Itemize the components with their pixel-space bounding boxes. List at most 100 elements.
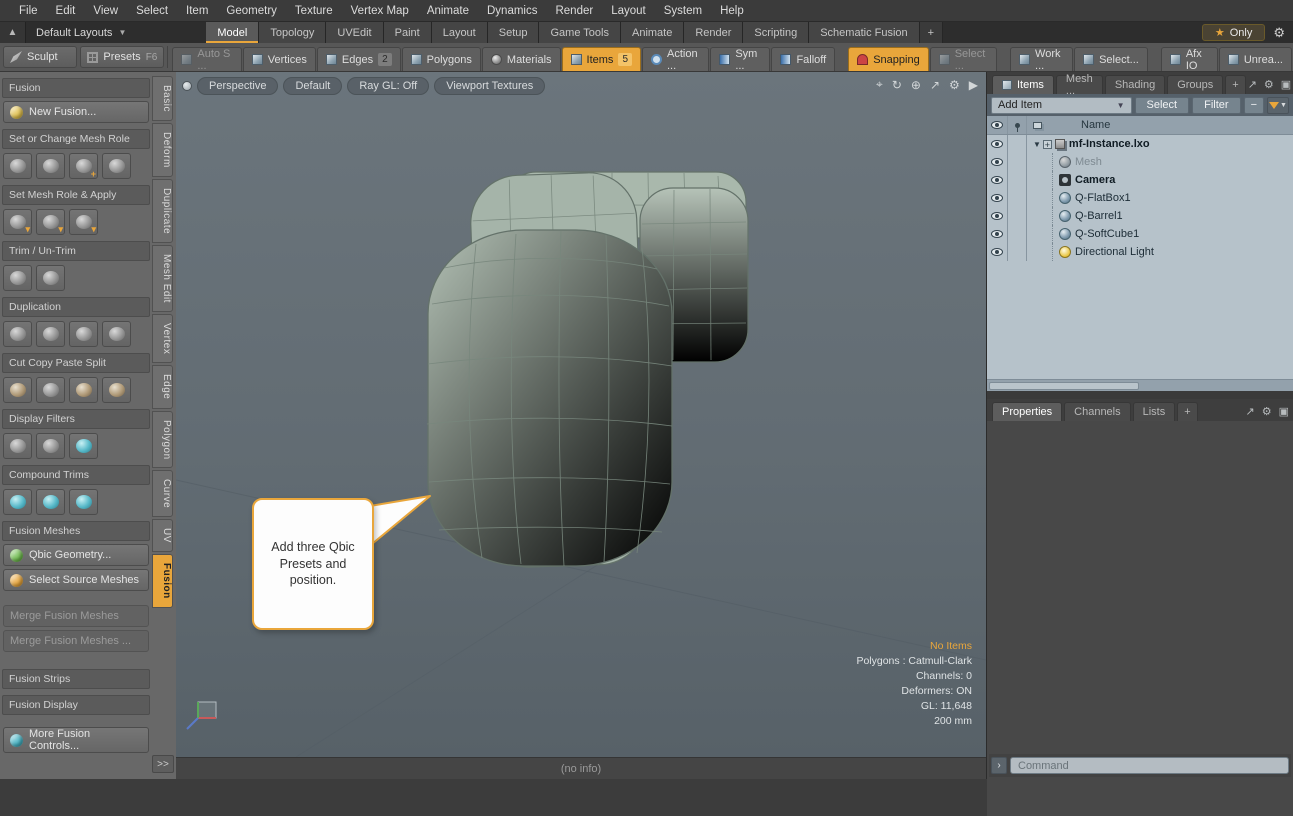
pane-pin-icon[interactable]: ▣ [1279,405,1289,418]
mode-tab-vertices[interactable]: Vertices [243,47,316,71]
merge-fusion-meshes-options-button[interactable]: Merge Fusion Meshes ... [3,630,149,652]
more-fusion-controls-button[interactable]: More Fusion Controls... [3,727,149,753]
sculpt-button[interactable]: Sculpt [3,46,77,68]
pane-options-icon[interactable]: ⚙ [1264,78,1274,91]
duplicate-b-button[interactable] [36,321,65,347]
tab-shading[interactable]: Shading [1105,75,1165,94]
merge-fusion-meshes-button[interactable]: Merge Fusion Meshes [3,605,149,627]
menu-texture[interactable]: Texture [286,0,342,21]
tab-item[interactable]: + [1177,402,1197,421]
layout-tab-render[interactable]: Render [684,22,743,43]
pin-cell[interactable] [1008,225,1027,243]
layout-tab-paint[interactable]: Paint [384,22,432,43]
maximize-view-icon[interactable]: ↗ [930,78,940,92]
zoom-view-icon[interactable]: ⊕ [911,78,921,92]
presets-button[interactable]: Presets F6 [80,46,164,68]
viewport-menu-icon[interactable] [182,81,192,91]
compound-b-button[interactable] [36,489,65,515]
menu-dynamics[interactable]: Dynamics [478,0,546,21]
split-button[interactable] [102,377,131,403]
mode-tab-materials[interactable]: Materials [482,47,561,71]
add-item-dropdown[interactable]: Add Item ▼ [991,97,1132,114]
trim-untrim-header[interactable]: Trim / Un-Trim [2,241,150,261]
item-row-mesh[interactable]: Mesh [987,153,1293,171]
layers-column-icon[interactable] [1033,122,1042,129]
cut-copy-paste-split-header[interactable]: Cut Copy Paste Split [2,353,150,373]
tab-lists[interactable]: Lists [1133,402,1176,421]
layout-tab-game-tools[interactable]: Game Tools [539,22,621,43]
mode-tab-afx-io[interactable]: Afx IO [1161,47,1218,71]
copy-button[interactable] [36,377,65,403]
category-tab-mesh-edit[interactable]: Mesh Edit [152,245,173,312]
filter-button[interactable]: Filter [1192,97,1240,114]
fusion-display-header[interactable]: Fusion Display [2,695,150,715]
layout-tab-model[interactable]: Model [206,22,259,43]
tab-item[interactable]: + [1225,75,1245,94]
menu-render[interactable]: Render [546,0,602,21]
trim-button[interactable] [3,265,32,291]
pin-cell[interactable] [1008,153,1027,171]
fusion-meshes-header[interactable]: Fusion Meshes [2,521,150,541]
mode-tab-unrea[interactable]: Unrea... [1219,47,1292,71]
compound-a-button[interactable] [3,489,32,515]
item-list-empty-area[interactable] [987,320,1293,379]
layout-tab-schematic-fusion[interactable]: Schematic Fusion [809,22,919,43]
category-tab-deform[interactable]: Deform [152,123,173,177]
mode-tab-polygons[interactable]: Polygons [402,47,481,71]
visibility-eye-icon[interactable] [991,176,1003,184]
tab-mesh[interactable]: Mesh ... [1056,75,1103,94]
mode-tab-auto-s[interactable]: Auto S ... [172,47,241,71]
fusion-section-header[interactable]: Fusion [2,78,150,98]
menu-system[interactable]: System [655,0,711,21]
mode-tab-action[interactable]: Action ... [642,47,709,71]
role-trim-button[interactable] [36,153,65,179]
item-row-camera[interactable]: Camera [987,171,1293,189]
mode-tab-work[interactable]: Work ... [1010,47,1073,71]
pane-pin-icon[interactable]: ▣ [1281,78,1291,91]
menu-layout[interactable]: Layout [602,0,655,21]
mode-tab-edges[interactable]: Edges2 [317,47,401,71]
item-row-directional-light[interactable]: Directional Light [987,243,1293,261]
visibility-eye-icon[interactable] [991,230,1003,238]
pin-cell[interactable] [1008,135,1027,153]
category-tab-vertex[interactable]: Vertex [152,314,173,363]
command-input[interactable] [1010,757,1289,774]
menu-view[interactable]: View [84,0,127,21]
select-source-meshes-button[interactable]: Select Source Meshes [3,569,149,591]
filter-pair-button[interactable] [36,433,65,459]
name-column-header[interactable]: Name [1047,119,1110,131]
visibility-eye-icon[interactable] [991,158,1003,166]
category-tab-polygon[interactable]: Polygon [152,411,173,469]
viewport-more-icon[interactable]: ▶ [969,78,978,92]
viewport-viewport-textures-button[interactable]: Viewport Textures [434,77,545,95]
tab-items[interactable]: Items [992,75,1054,94]
scrollbar-handle[interactable] [989,382,1139,390]
viewport-perspective-button[interactable]: Perspective [197,77,278,95]
category-tab-edge[interactable]: Edge [152,365,173,408]
item-row-mf-instance-lxo[interactable]: ▼+mf-Instance.lxo [987,135,1293,153]
mode-tab-snapping[interactable]: Snapping [848,47,929,71]
expand-arrow-icon[interactable]: ▼ [1027,140,1043,149]
filter-solid-button[interactable] [3,433,32,459]
layout-tab-uvedit[interactable]: UVEdit [326,22,383,43]
tab-channels[interactable]: Channels [1064,402,1130,421]
move-view-icon[interactable]: ⌖ [876,77,883,92]
pane-options-icon[interactable]: ⚙ [1262,405,1272,418]
visibility-eye-icon[interactable] [991,140,1003,148]
layout-tab-topology[interactable]: Topology [259,22,326,43]
menu-edit[interactable]: Edit [47,0,85,21]
set-mesh-role-apply-header[interactable]: Set Mesh Role & Apply [2,185,150,205]
list-filter-funnel-button[interactable]: ▼ [1267,97,1289,114]
visibility-eye-icon[interactable] [991,248,1003,256]
category-tab-curve[interactable]: Curve [152,470,173,517]
duplicate-a-button[interactable] [3,321,32,347]
mode-tab-sym[interactable]: Sym ... [710,47,770,71]
item-row-q-barrel1[interactable]: Q-Barrel1 [987,207,1293,225]
role-clear-button[interactable] [102,153,131,179]
pin-cell[interactable] [1008,171,1027,189]
menu-help[interactable]: Help [711,0,753,21]
visibility-eye-icon[interactable] [991,194,1003,202]
pin-cell[interactable] [1008,243,1027,261]
viewport-default-button[interactable]: Default [283,77,342,95]
item-row-q-flatbox1[interactable]: Q-FlatBox1 [987,189,1293,207]
